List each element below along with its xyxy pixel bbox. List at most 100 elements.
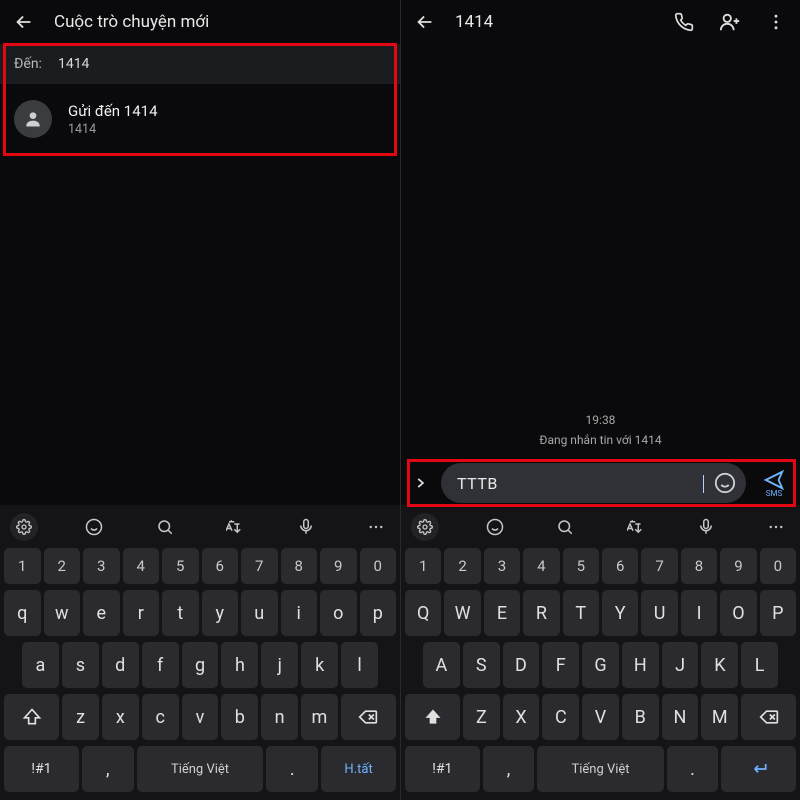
key-9[interactable]: 9 (320, 548, 357, 584)
shift-key[interactable] (405, 694, 460, 740)
shift-key[interactable] (4, 694, 59, 740)
key-u[interactable]: u (241, 590, 278, 636)
key-s[interactable]: s (463, 642, 500, 688)
more-icon[interactable] (762, 513, 790, 541)
period-key[interactable]: . (266, 746, 318, 792)
key-v[interactable]: v (582, 694, 619, 740)
key-8[interactable]: 8 (281, 548, 318, 584)
more-icon[interactable] (362, 513, 390, 541)
key-h[interactable]: h (221, 642, 258, 688)
key-w[interactable]: w (444, 590, 480, 636)
language-key[interactable]: Tiếng Việt (537, 746, 663, 792)
key-m[interactable]: m (301, 694, 338, 740)
key-w[interactable]: w (44, 590, 81, 636)
symbols-key[interactable]: !#1 (4, 746, 79, 792)
translate-icon[interactable] (622, 513, 650, 541)
gear-icon[interactable] (411, 513, 439, 541)
key-y[interactable]: y (202, 590, 239, 636)
key-u[interactable]: u (641, 590, 677, 636)
period-key[interactable]: . (667, 746, 719, 792)
send-button[interactable]: SMS (754, 463, 794, 503)
key-f[interactable]: f (142, 642, 179, 688)
key-d[interactable]: d (503, 642, 540, 688)
key-7[interactable]: 7 (641, 548, 677, 584)
key-6[interactable]: 6 (202, 548, 239, 584)
key-m[interactable]: m (701, 694, 738, 740)
key-5[interactable]: 5 (563, 548, 599, 584)
key-0[interactable]: 0 (360, 548, 397, 584)
key-p[interactable]: p (360, 590, 397, 636)
key-9[interactable]: 9 (720, 548, 756, 584)
key-c[interactable]: c (542, 694, 579, 740)
key-t[interactable]: t (563, 590, 599, 636)
key-s[interactable]: s (62, 642, 99, 688)
gear-icon[interactable] (10, 513, 38, 541)
key-r[interactable]: r (123, 590, 160, 636)
key-1[interactable]: 1 (405, 548, 441, 584)
key-k[interactable]: k (301, 642, 338, 688)
key-o[interactable]: o (320, 590, 357, 636)
key-a[interactable]: a (22, 642, 59, 688)
key-q[interactable]: q (405, 590, 441, 636)
key-q[interactable]: q (4, 590, 41, 636)
translate-icon[interactable] (221, 513, 249, 541)
enter-key[interactable] (721, 746, 796, 792)
contact-suggestion[interactable]: Gửi đến 1414 1414 (0, 84, 400, 154)
key-n[interactable]: n (261, 694, 298, 740)
language-key[interactable]: Tiếng Việt (137, 746, 264, 792)
backspace-key[interactable] (341, 694, 396, 740)
key-i[interactable]: i (681, 590, 717, 636)
key-l[interactable]: l (341, 642, 378, 688)
key-8[interactable]: 8 (681, 548, 717, 584)
smile-icon[interactable] (80, 513, 108, 541)
key-6[interactable]: 6 (602, 548, 638, 584)
key-n[interactable]: n (662, 694, 699, 740)
expand-icon[interactable] (407, 464, 433, 502)
key-1[interactable]: 1 (4, 548, 41, 584)
key-7[interactable]: 7 (241, 548, 278, 584)
key-l[interactable]: l (741, 642, 778, 688)
emoji-icon[interactable] (710, 468, 740, 498)
back-icon[interactable] (8, 6, 40, 38)
key-d[interactable]: d (102, 642, 139, 688)
backspace-key[interactable] (741, 694, 796, 740)
key-x[interactable]: x (102, 694, 139, 740)
mic-icon[interactable] (692, 513, 720, 541)
key-4[interactable]: 4 (523, 548, 559, 584)
kebab-icon[interactable] (760, 6, 792, 38)
add-person-icon[interactable] (714, 6, 746, 38)
key-g[interactable]: g (182, 642, 219, 688)
key-b[interactable]: b (221, 694, 258, 740)
key-o[interactable]: o (720, 590, 756, 636)
smile-icon[interactable] (481, 513, 509, 541)
back-icon[interactable] (409, 6, 441, 38)
key-j[interactable]: j (662, 642, 699, 688)
key-3[interactable]: 3 (83, 548, 120, 584)
key-5[interactable]: 5 (162, 548, 199, 584)
key-i[interactable]: i (281, 590, 318, 636)
symbols-key[interactable]: !#1 (405, 746, 480, 792)
key-y[interactable]: y (602, 590, 638, 636)
comma-key[interactable]: , (483, 746, 535, 792)
key-v[interactable]: v (182, 694, 219, 740)
comma-key[interactable]: , (82, 746, 134, 792)
key-2[interactable]: 2 (44, 548, 81, 584)
key-c[interactable]: c (142, 694, 179, 740)
search-icon[interactable] (151, 513, 179, 541)
key-g[interactable]: g (582, 642, 619, 688)
key-p[interactable]: p (760, 590, 796, 636)
search-icon[interactable] (551, 513, 579, 541)
key-a[interactable]: a (423, 642, 460, 688)
key-x[interactable]: x (503, 694, 540, 740)
key-j[interactable]: j (261, 642, 298, 688)
key-b[interactable]: b (622, 694, 659, 740)
phone-icon[interactable] (668, 6, 700, 38)
key-f[interactable]: f (542, 642, 579, 688)
key-t[interactable]: t (162, 590, 199, 636)
key-e[interactable]: e (484, 590, 520, 636)
key-4[interactable]: 4 (123, 548, 160, 584)
key-z[interactable]: z (463, 694, 500, 740)
done-key[interactable]: H.tất (321, 746, 396, 792)
key-k[interactable]: k (701, 642, 738, 688)
message-input[interactable]: TTTB (441, 463, 746, 503)
